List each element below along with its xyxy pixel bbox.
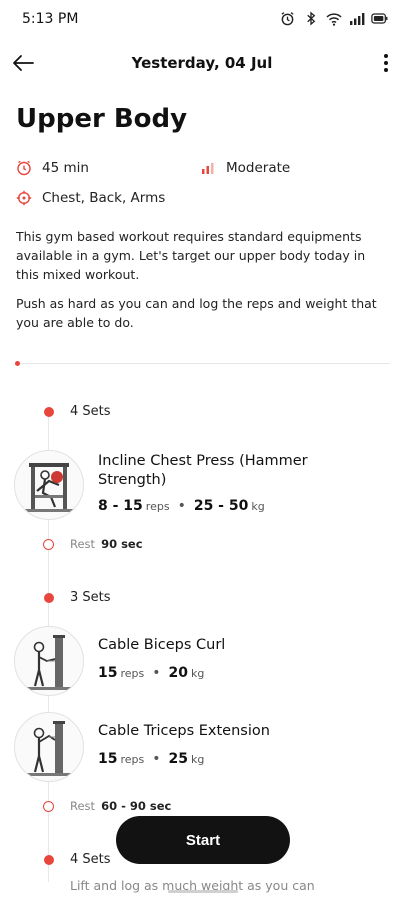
workout-title: Upper Body xyxy=(16,104,188,134)
sets-label: 4 Sets xyxy=(70,404,111,419)
signal-icon xyxy=(348,10,365,27)
status-time: 5:13 PM xyxy=(22,11,79,27)
exercise-stats: 15 reps • 25 kg xyxy=(98,751,205,767)
duration-value: 45 min xyxy=(42,160,89,176)
app-header: Yesterday, 04 Jul xyxy=(0,44,404,84)
workout-description: This gym based workout requires standard… xyxy=(16,229,366,282)
rest-marker xyxy=(43,801,54,812)
exercise-image xyxy=(14,626,84,696)
exercise-image xyxy=(14,712,84,782)
exercise-name: Cable Triceps Extension xyxy=(98,723,270,739)
status-bar: 5:13 PM xyxy=(0,0,404,40)
duration-row: 45 min xyxy=(16,160,89,176)
wifi-icon xyxy=(325,10,342,27)
alarm-icon xyxy=(279,10,296,27)
reps-unit: reps xyxy=(120,753,145,766)
exercise-stats: 8 - 15 reps • 25 - 50 kg xyxy=(98,498,265,514)
header-title: Yesterday, 04 Jul xyxy=(131,54,273,72)
weight-unit: kg xyxy=(251,500,265,513)
exercise-name: Incline Chest Press (Hammer Strength) xyxy=(98,453,308,488)
progress-indicator xyxy=(15,361,20,366)
weight-unit: kg xyxy=(191,667,205,680)
exercise-stats: 15 reps • 20 kg xyxy=(98,665,205,681)
muscles-row: Chest, Back, Arms xyxy=(16,190,165,206)
target-icon xyxy=(16,190,32,206)
workout-instructions: Push as hard as you can and log the reps… xyxy=(16,296,377,330)
sets-label: 4 Sets xyxy=(70,852,111,867)
exercise-item[interactable]: Cable Triceps Extension 15 reps • 25 kg xyxy=(14,712,390,782)
more-vertical-icon xyxy=(384,54,388,72)
battery-icon xyxy=(371,10,388,27)
rest-row: Rest 90 sec xyxy=(70,537,143,551)
intensity-row: Moderate xyxy=(200,160,290,176)
progress-track xyxy=(16,363,390,364)
rest-value: 60 - 90 sec xyxy=(101,799,172,813)
clock-icon xyxy=(16,160,32,176)
reps-value: 15 xyxy=(98,665,118,681)
exercise-item[interactable]: Incline Chest Press (Hammer Strength) 8 … xyxy=(14,450,390,520)
weight-value: 25 - 50 xyxy=(193,498,249,514)
reps-unit: reps xyxy=(145,500,170,513)
exercise-item[interactable]: Cable Biceps Curl 15 reps • 20 kg xyxy=(14,626,390,696)
set-marker xyxy=(44,407,54,417)
intensity-bars-icon xyxy=(200,160,216,176)
weight-unit: kg xyxy=(191,753,205,766)
start-button[interactable]: Start xyxy=(116,816,290,864)
rest-marker xyxy=(43,539,54,550)
rest-row: Rest 60 - 90 sec xyxy=(70,799,171,813)
status-icons xyxy=(279,10,388,27)
reps-value: 15 xyxy=(98,751,118,767)
weight-value: 20 xyxy=(168,665,188,681)
rest-label: Rest xyxy=(70,799,96,813)
muscles-value: Chest, Back, Arms xyxy=(42,190,166,206)
reps-unit: reps xyxy=(120,667,145,680)
weight-value: 25 xyxy=(168,751,188,767)
exercise-name: Cable Biceps Curl xyxy=(98,637,226,653)
exercise-image xyxy=(14,450,84,520)
set-marker xyxy=(44,593,54,603)
bluetooth-icon xyxy=(302,10,319,27)
reps-value: 8 - 15 xyxy=(98,498,143,514)
set-marker xyxy=(44,855,54,865)
rest-value: 90 sec xyxy=(101,537,143,551)
rest-label: Rest xyxy=(70,537,96,551)
home-indicator xyxy=(168,890,238,893)
sets-label: 3 Sets xyxy=(70,590,111,605)
intensity-value: Moderate xyxy=(226,160,291,176)
more-options-button[interactable] xyxy=(376,50,396,76)
